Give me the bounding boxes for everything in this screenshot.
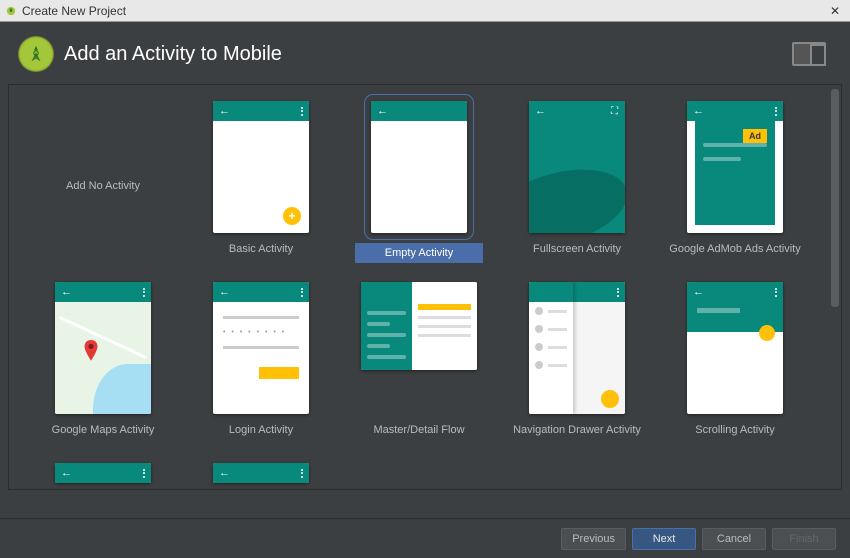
overflow-icon: [775, 288, 777, 297]
map-pin-icon: [83, 340, 99, 362]
template-admob-activity[interactable]: ← Ad Google AdMob Ads Activity: [661, 95, 809, 270]
window-titlebar: Create New Project ✕: [0, 0, 850, 22]
overflow-icon: [301, 288, 303, 297]
overflow-icon: [301, 469, 303, 478]
template-thumbnail: ←: [55, 463, 151, 483]
template-label: Login Activity: [229, 424, 293, 436]
template-basic-activity[interactable]: ← + Basic Activity: [187, 95, 335, 270]
template-thumbnail: [529, 282, 625, 414]
template-thumbnail: ←⛶: [529, 101, 625, 233]
template-thumbnail: ← Ad: [687, 101, 783, 233]
finish-button: Finish: [772, 528, 836, 550]
back-arrow-icon: ←: [219, 105, 230, 117]
form-factor-icon: [792, 42, 826, 66]
template-label: Scrolling Activity: [695, 424, 774, 436]
overflow-icon: [301, 107, 303, 116]
wizard-footer: Previous Next Cancel Finish: [0, 518, 850, 558]
android-studio-logo: [18, 36, 54, 72]
page-title: Add an Activity to Mobile: [64, 43, 282, 66]
template-label: Master/Detail Flow: [373, 424, 464, 436]
back-arrow-icon: ←: [693, 105, 704, 117]
gallery-scrollbar[interactable]: [831, 89, 839, 485]
template-login-activity[interactable]: ← • • • • • • • • Login Activity: [187, 276, 335, 451]
template-fullscreen-activity[interactable]: ←⛶ Fullscreen Activity: [503, 95, 651, 270]
template-google-maps-activity[interactable]: ← Google Maps Activity: [29, 276, 177, 451]
template-navigation-drawer-activity[interactable]: Navigation Drawer Activity: [503, 276, 651, 451]
back-arrow-icon: ←: [535, 105, 546, 117]
template-thumbnail: ←: [687, 282, 783, 414]
overflow-icon: [775, 107, 777, 116]
template-add-no-activity[interactable]: Add No Activity: [29, 95, 177, 270]
template-label: Google AdMob Ads Activity: [669, 243, 800, 255]
template-label: Basic Activity: [229, 243, 293, 255]
template-thumbnail: [361, 282, 477, 370]
back-arrow-icon: ←: [219, 467, 230, 479]
back-arrow-icon: ←: [61, 286, 72, 298]
back-arrow-icon: ←: [693, 286, 704, 298]
next-button[interactable]: Next: [632, 528, 696, 550]
fab-icon: [759, 325, 775, 341]
fullscreen-icon: ⛶: [611, 106, 619, 117]
android-studio-icon: [6, 6, 16, 16]
template-row-partial[interactable]: ←: [29, 457, 177, 489]
template-master-detail-flow[interactable]: Master/Detail Flow: [345, 276, 493, 451]
template-label: Add No Activity: [66, 180, 140, 192]
template-row-partial[interactable]: ←: [187, 457, 335, 489]
cancel-button[interactable]: Cancel: [702, 528, 766, 550]
template-thumbnail: ← +: [213, 101, 309, 233]
ad-badge: Ad: [743, 129, 767, 143]
template-thumbnail: ←: [371, 101, 467, 233]
fab-icon: [601, 390, 619, 408]
template-scrolling-activity[interactable]: ← Scrolling Activity: [661, 276, 809, 451]
previous-button[interactable]: Previous: [561, 528, 626, 550]
overflow-icon: [617, 288, 619, 297]
overflow-icon: [143, 288, 145, 297]
template-gallery: Add No Activity ← + Basic Activity ← Emp…: [8, 84, 842, 490]
template-thumbnail: ← • • • • • • • •: [213, 282, 309, 414]
close-icon[interactable]: ✕: [826, 4, 844, 18]
wizard-header: Add an Activity to Mobile: [0, 22, 850, 80]
window-title: Create New Project: [22, 4, 126, 18]
template-label: Google Maps Activity: [52, 424, 155, 436]
fab-icon: +: [283, 207, 301, 225]
template-thumbnail: ←: [55, 282, 151, 414]
back-arrow-icon: ←: [377, 105, 388, 117]
template-label: Fullscreen Activity: [533, 243, 621, 255]
back-arrow-icon: ←: [219, 286, 230, 298]
back-arrow-icon: ←: [61, 467, 72, 479]
template-label: Navigation Drawer Activity: [513, 424, 641, 436]
template-empty-activity[interactable]: ← Empty Activity: [345, 95, 493, 270]
template-label: Empty Activity: [355, 243, 483, 263]
overflow-icon: [143, 469, 145, 478]
template-thumbnail: ←: [213, 463, 309, 483]
